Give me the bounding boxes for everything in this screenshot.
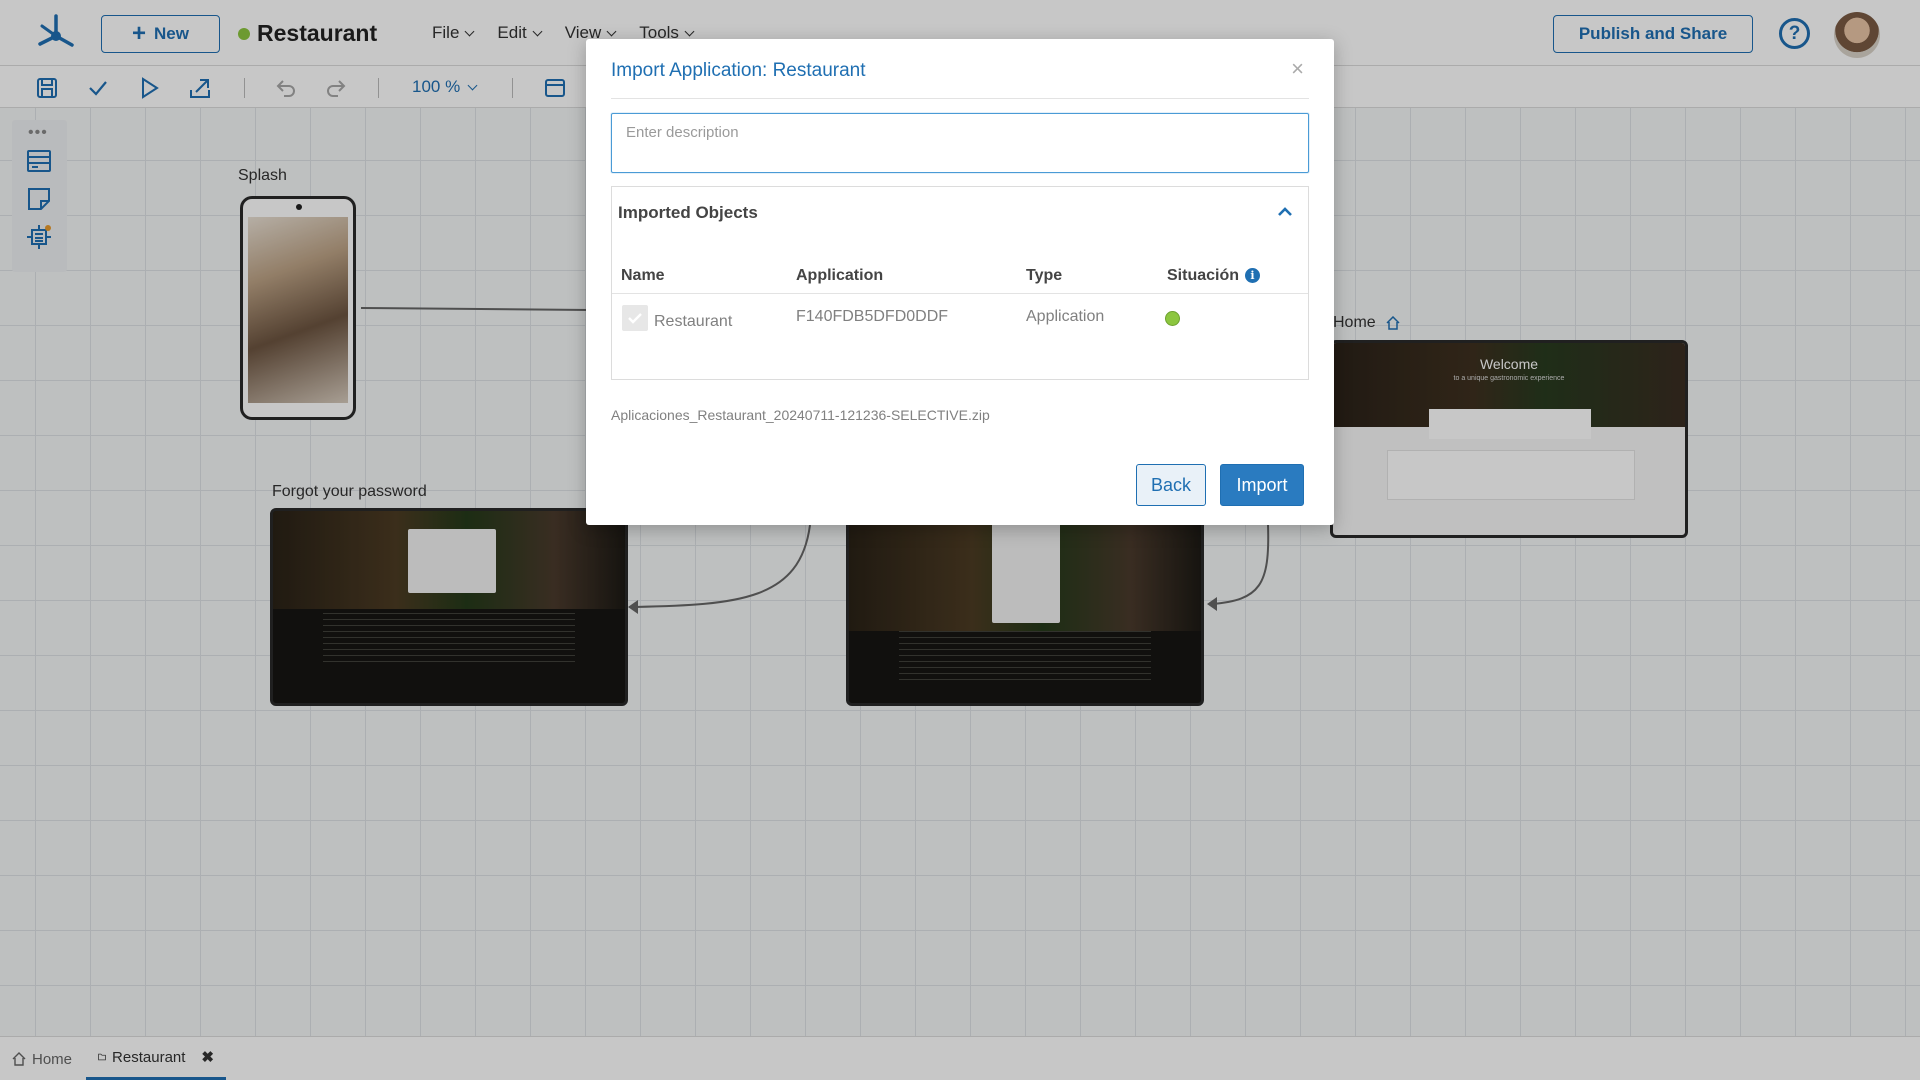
column-header-name: Name [621, 267, 665, 284]
info-icon[interactable]: i [1245, 268, 1261, 283]
table-header-divider [612, 293, 1308, 294]
chevron-up-icon[interactable] [1276, 203, 1294, 221]
import-button[interactable]: Import [1220, 464, 1304, 506]
column-header-application: Application [796, 267, 884, 284]
column-header-situacion: Situación i [1167, 267, 1261, 285]
import-file-name: Aplicaciones_Restaurant_20240711-121236-… [611, 407, 990, 423]
imported-objects-panel: Imported Objects Name Application Type S… [611, 186, 1309, 380]
row-checkbox[interactable] [622, 305, 648, 331]
row-type: Application [1026, 308, 1105, 325]
dialog-title-divider [611, 98, 1309, 99]
imported-objects-title: Imported Objects [618, 203, 758, 222]
close-icon[interactable]: × [1291, 56, 1304, 82]
row-application: F140FDB5DFD0DDF [796, 308, 949, 325]
check-icon [628, 313, 642, 324]
row-name: Restaurant [654, 313, 733, 330]
column-header-situacion-label: Situación [1167, 267, 1240, 284]
back-button[interactable]: Back [1136, 464, 1206, 506]
import-application-dialog: Import Application: Restaurant × Importe… [586, 39, 1334, 525]
description-input[interactable] [611, 113, 1309, 173]
row-status-indicator [1165, 311, 1180, 326]
dialog-title: Import Application: Restaurant [611, 60, 866, 81]
column-header-type: Type [1026, 267, 1063, 284]
